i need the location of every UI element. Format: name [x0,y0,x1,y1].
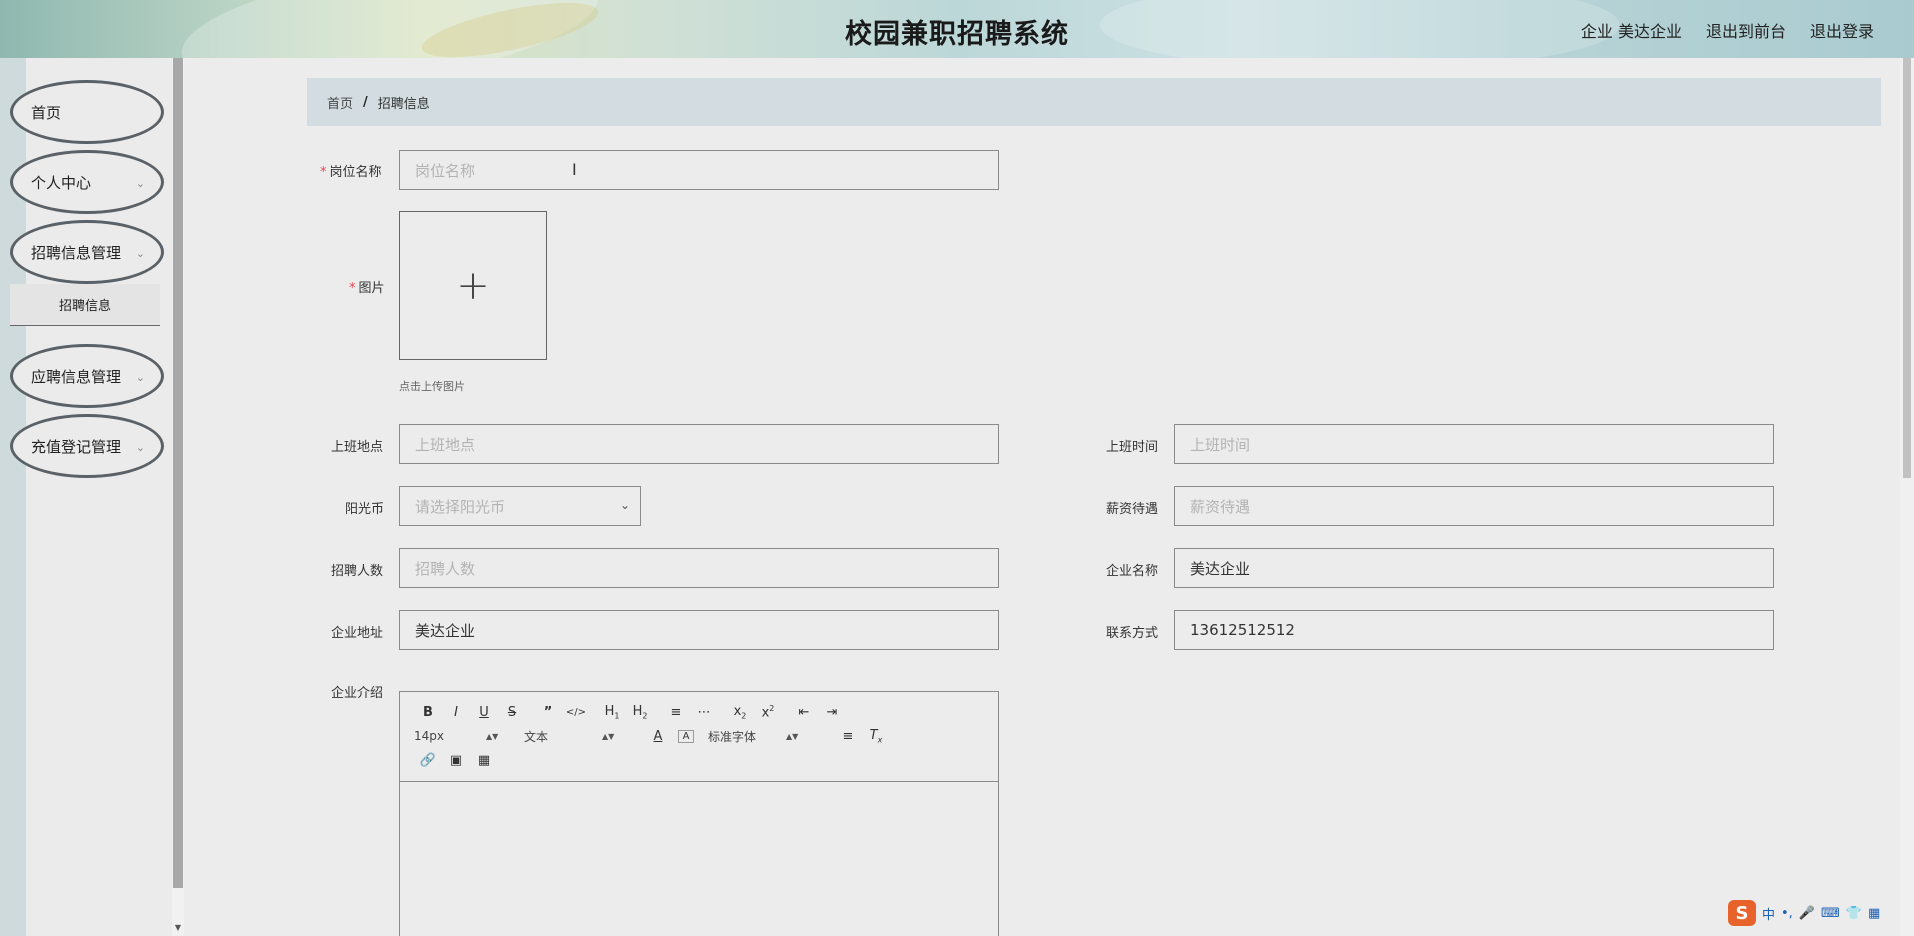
code-icon[interactable]: </> [562,707,590,718]
sidebar-scrollbar[interactable]: ▼ [172,58,184,936]
scrollbar-thumb[interactable] [173,58,183,888]
subscript-icon[interactable]: x2 [726,704,754,721]
background-color-icon[interactable]: A [678,729,694,743]
sidebar-subitem-recruitment-info[interactable]: 招聘信息 [10,284,160,326]
location-label: 上班地点 [331,440,384,455]
scrollbar-thumb[interactable] [1903,58,1911,478]
toolbox-icon[interactable]: ▦ [1868,906,1880,921]
current-user: 企业 美达企业 [1580,22,1682,41]
sidebar-item-label: 充值登记管理 [31,437,122,456]
block-type-select[interactable]: 文本 ▲▼ [524,728,644,745]
heading1-icon[interactable]: H1 [598,704,626,721]
bold-icon[interactable]: B [414,705,442,720]
job-name-input[interactable]: 岗位名称 I [399,150,999,190]
exit-to-front-link[interactable]: 退出到前台 [1706,18,1786,42]
ime-toolbar: S 中 •, 🎤 ⌨ 👕 ▦ [1728,898,1908,928]
editor-toolbar: B I U S ” </> H1 H2 ≡ ⋯ x2 x2 ⇤ ⇥ 14px ▲▼… [400,692,998,782]
sogou-logo-icon[interactable]: S [1728,900,1756,926]
company-address-input[interactable]: 美达企业 [399,610,999,650]
indent-icon[interactable]: ⇥ [818,705,846,720]
salary-input[interactable]: 薪资待遇 [1174,486,1774,526]
up-down-icon: ▲▼ [602,731,615,741]
breadcrumb-separator: / [363,94,368,110]
rich-text-editor: B I U S ” </> H1 H2 ≡ ⋯ x2 x2 ⇤ ⇥ 14px ▲▼… [399,691,999,936]
top-header: 校园兼职招聘系统 企业 美达企业 退出到前台 退出登录 [0,0,1914,58]
header-actions: 企业 美达企业 退出到前台 退出登录 [1581,18,1874,42]
required-marker: * [320,165,327,180]
heading2-icon[interactable]: H2 [626,704,654,721]
italic-icon[interactable]: I [442,705,470,720]
image-icon[interactable]: ▣ [442,753,470,768]
outdent-icon[interactable]: ⇤ [790,705,818,720]
font-family-select[interactable]: 标准字体 ▲▼ [708,728,834,745]
editor-content-area[interactable] [400,782,998,936]
keyboard-icon[interactable]: ⌨ [1821,906,1840,921]
skin-icon[interactable]: 👕 [1846,906,1862,921]
breadcrumb-home[interactable]: 首页 [327,93,353,112]
plus-icon: + [456,262,490,309]
underline-icon[interactable]: U [470,705,498,720]
intro-label: 企业介绍 [331,686,384,701]
chevron-down-icon: ⌄ [619,498,630,512]
up-down-icon: ▲▼ [486,731,499,741]
video-icon[interactable]: ▦ [470,753,498,768]
chevron-down-icon: ⌄ [135,247,145,260]
scroll-down-arrow-icon[interactable]: ▼ [173,923,183,932]
work-time-input[interactable]: 上班时间 [1174,424,1774,464]
company-name-input[interactable]: 美达企业 [1174,548,1774,588]
image-upload-button[interactable]: + [399,211,547,360]
link-icon[interactable]: 🔗 [414,753,442,768]
company-address-label: 企业地址 [331,626,384,641]
superscript-icon[interactable]: x2 [754,704,782,720]
sidebar-item-label: 个人中心 [31,173,92,192]
headcount-label: 招聘人数 [331,564,384,579]
text-cursor-icon: I [572,160,577,179]
coins-select[interactable]: 请选择阳光币 ⌄ [399,486,641,526]
align-icon[interactable]: ≡ [834,729,862,744]
clear-format-icon[interactable]: Tx [862,728,890,745]
coins-label: 阳光币 [345,502,385,517]
bullet-list-icon[interactable]: ⋯ [690,705,718,720]
sidebar-item-personal-center[interactable]: 个人中心 ⌄ [10,150,164,214]
chevron-down-icon: ⌄ [135,371,145,384]
main-scrollbar[interactable] [1900,58,1914,936]
sidebar-item-recruitment-management[interactable]: 招聘信息管理 ⌄ [10,220,164,284]
sidebar-item-label: 应聘信息管理 [31,367,122,386]
salary-label: 薪资待遇 [1106,502,1159,517]
font-size-select[interactable]: 14px ▲▼ [414,729,524,743]
required-marker: * [349,281,356,296]
contact-label: 联系方式 [1106,626,1159,641]
font-color-icon[interactable]: A [644,729,672,744]
job-name-label: * 岗位名称 [320,165,382,180]
breadcrumb: 首页 / 招聘信息 [307,78,1881,126]
chevron-down-icon: ⌄ [135,177,145,190]
upload-hint: 点击上传图片 [399,380,465,393]
breadcrumb-current: 招聘信息 [377,96,430,112]
sidebar-item-recharge-management[interactable]: 充值登记管理 ⌄ [10,414,164,478]
up-down-icon: ▲▼ [786,731,799,741]
company-name-label: 企业名称 [1106,564,1159,579]
image-label: * 图片 [349,281,385,296]
ordered-list-icon[interactable]: ≡ [662,705,690,720]
work-time-label: 上班时间 [1106,440,1159,455]
headcount-input[interactable]: 招聘人数 [399,548,999,588]
location-input[interactable]: 上班地点 [399,424,999,464]
sidebar-item-label: 招聘信息管理 [31,243,122,262]
strikethrough-icon[interactable]: S [498,705,526,720]
sidebar-item-label: 首页 [31,103,62,122]
microphone-icon[interactable]: 🎤 [1799,906,1815,921]
chevron-down-icon: ⌄ [135,441,145,454]
blockquote-icon[interactable]: ” [534,705,562,720]
punctuation-icon[interactable]: •, [1781,906,1793,921]
ime-mode[interactable]: 中 [1762,904,1775,923]
logout-link[interactable]: 退出登录 [1810,18,1874,42]
sidebar-item-home[interactable]: 首页 [10,80,164,144]
contact-input[interactable]: 13612512512 [1174,610,1774,650]
sidebar-item-application-management[interactable]: 应聘信息管理 ⌄ [10,344,164,408]
